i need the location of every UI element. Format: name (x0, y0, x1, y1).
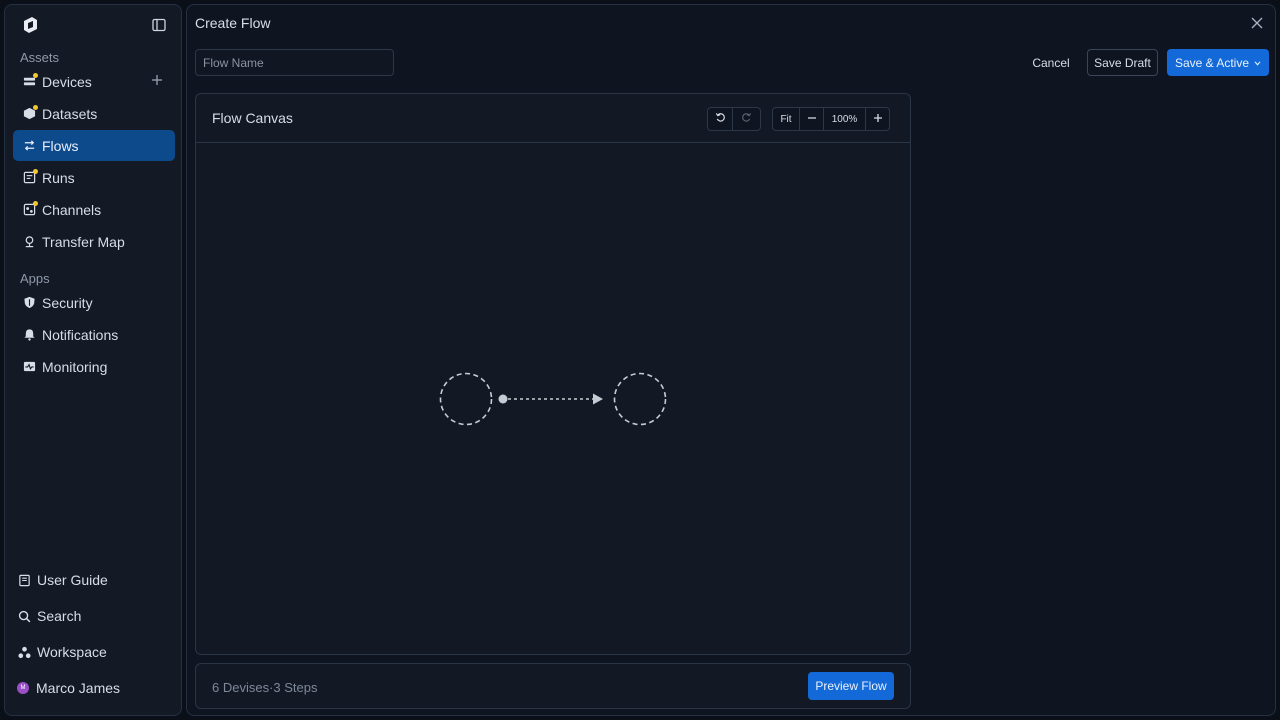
devices-badge (33, 72, 38, 78)
device-count: 6 Devises (212, 680, 270, 695)
canvas-title: Flow Canvas (212, 110, 293, 126)
zoom-level-label: 100% (831, 113, 858, 125)
sidebar-item-devices[interactable]: Devices (13, 66, 175, 97)
sidebar-item-security[interactable]: Security (13, 287, 175, 318)
search-icon (17, 609, 31, 623)
add-device-icon[interactable] (149, 72, 165, 88)
zoom-in-button[interactable] (866, 107, 890, 131)
preview-flow-button[interactable]: Preview Flow (808, 672, 894, 700)
preview-flow-label: Preview Flow (815, 679, 887, 693)
flow-diagram (439, 372, 667, 426)
page-title: Create Flow (195, 15, 271, 31)
connector-start-dot (498, 394, 508, 404)
monitor-icon (22, 360, 36, 374)
flow-canvas-area[interactable] (196, 144, 910, 654)
datasets-icon (22, 104, 38, 121)
sidebar-item-workspace[interactable]: Workspace (17, 640, 107, 664)
save-draft-button[interactable]: Save Draft (1087, 49, 1158, 76)
flow-canvas-card: Flow Canvas Fit 100% (195, 93, 911, 655)
history-toolbar (707, 107, 761, 131)
sidebar: Assets Devices Datasets Flows Runs Chann… (4, 4, 182, 716)
connector-arrow-icon (593, 393, 603, 405)
save-active-label: Save & Active (1174, 55, 1250, 70)
user-name: Marco James (36, 680, 121, 696)
sidebar-item-label: Channels (42, 201, 102, 218)
sidebar-collapse-icon[interactable] (148, 14, 170, 36)
save-active-button[interactable]: Save & Active (1167, 49, 1269, 76)
flow-footer: 6 Devises·3 Steps Preview Flow (195, 663, 911, 709)
sidebar-item-label: Notifications (42, 326, 119, 343)
bell-icon (22, 328, 36, 342)
target-node-placeholder[interactable] (613, 372, 667, 426)
app-logo-icon[interactable] (20, 15, 40, 35)
undo-button[interactable] (707, 107, 733, 131)
flows-icon (22, 139, 36, 153)
sidebar-item-label: Transfer Map (42, 233, 125, 250)
sidebar-item-transfer-map[interactable]: Transfer Map (13, 226, 175, 257)
shield-icon (22, 296, 36, 310)
sidebar-item-label: Search (37, 608, 82, 624)
datasets-badge (33, 104, 38, 110)
close-icon[interactable] (1249, 15, 1265, 31)
flow-stats: 6 Devises·3 Steps (212, 680, 318, 695)
cancel-button[interactable]: Cancel (1025, 49, 1077, 76)
undo-icon (715, 112, 726, 126)
runs-icon (22, 168, 38, 185)
sidebar-item-label: Devices (42, 73, 92, 90)
fit-button[interactable]: Fit (772, 107, 800, 131)
sidebar-item-monitoring[interactable]: Monitoring (13, 351, 175, 382)
sidebar-item-user-guide[interactable]: User Guide (17, 568, 108, 592)
step-count: 3 Steps (273, 680, 318, 695)
sidebar-item-search[interactable]: Search (17, 604, 81, 628)
sidebar-item-channels[interactable]: Channels (13, 194, 175, 225)
sidebar-item-label: User Guide (37, 572, 108, 588)
devices-icon (22, 72, 38, 89)
apps-section-label: Apps (20, 271, 50, 286)
zoom-toolbar: Fit 100% (772, 107, 890, 131)
workspace-icon (17, 645, 31, 659)
map-pin-icon (22, 235, 36, 249)
chevron-down-icon[interactable] (1254, 58, 1261, 68)
sidebar-item-datasets[interactable]: Datasets (13, 98, 175, 129)
plus-icon (873, 113, 883, 126)
sidebar-item-label: Datasets (42, 105, 98, 122)
user-profile[interactable]: M Marco James (17, 676, 120, 700)
sidebar-item-label: Security (42, 294, 93, 311)
runs-badge (33, 168, 38, 174)
assets-section-label: Assets (20, 50, 60, 65)
redo-icon (741, 112, 752, 126)
sidebar-item-flows[interactable]: Flows (13, 130, 175, 161)
sidebar-item-notifications[interactable]: Notifications (13, 319, 175, 350)
redo-button[interactable] (733, 107, 761, 131)
fit-label: Fit (780, 113, 792, 125)
source-node-placeholder[interactable] (439, 372, 493, 426)
channels-icon (22, 200, 38, 217)
zoom-out-button[interactable] (800, 107, 824, 131)
channels-badge (33, 200, 38, 206)
canvas-header: Flow Canvas Fit 100% (196, 94, 910, 143)
zoom-level: 100% (824, 107, 866, 131)
sidebar-item-label: Runs (42, 169, 75, 186)
avatar: M (17, 682, 29, 694)
book-icon (17, 573, 31, 587)
minus-icon (807, 113, 817, 126)
sidebar-item-label: Monitoring (42, 358, 108, 375)
sidebar-item-label: Workspace (37, 644, 107, 660)
save-draft-label: Save Draft (1094, 55, 1151, 70)
main-panel: Create Flow Cancel Save Draft Save & Act… (186, 4, 1276, 716)
sidebar-item-runs[interactable]: Runs (13, 162, 175, 193)
flow-name-input[interactable] (195, 49, 394, 76)
cancel-label: Cancel (1032, 55, 1070, 70)
sidebar-item-label: Flows (42, 137, 79, 154)
